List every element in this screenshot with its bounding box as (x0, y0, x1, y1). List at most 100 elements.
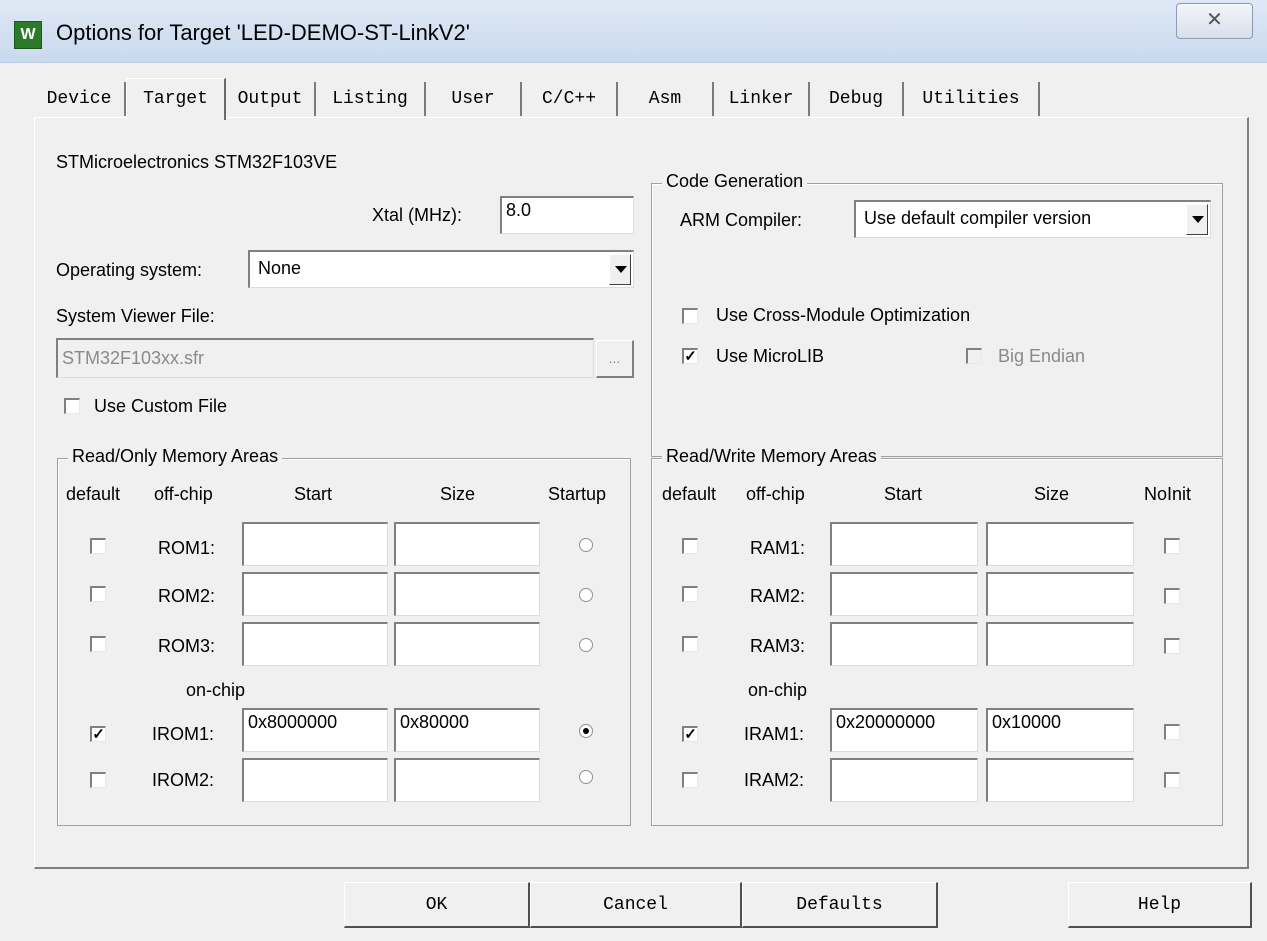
compiler-label: ARM Compiler: (680, 210, 803, 230)
rom3-size-input[interactable] (394, 622, 540, 666)
defaults-button[interactable]: Defaults (742, 882, 938, 928)
rom2-default-checkbox[interactable] (90, 586, 106, 602)
rom1-size-input[interactable] (394, 522, 540, 566)
tab-listing[interactable]: Listing (316, 82, 426, 116)
iram2-label: IRAM2: (744, 770, 805, 790)
rom-header-startup: Startup (548, 484, 607, 504)
tab-cpp[interactable]: C/C++ (522, 82, 618, 116)
microlib-checkbox[interactable]: ✓ (682, 348, 698, 364)
browse-button[interactable]: ... (596, 340, 634, 378)
ram1-default-checkbox[interactable] (682, 538, 698, 554)
os-label: Operating system: (56, 260, 203, 280)
ram2-noinit-checkbox[interactable] (1164, 588, 1180, 604)
close-button[interactable]: ✕ (1176, 3, 1253, 39)
cross-module-label: Use Cross-Module Optimization (716, 305, 971, 325)
rom2-label: ROM2: (158, 586, 216, 606)
ram-header-offchip: off-chip (746, 484, 805, 504)
help-button[interactable]: Help (1068, 882, 1252, 928)
check-icon: ✓ (92, 726, 105, 743)
irom2-startup-radio[interactable] (579, 770, 593, 784)
iram2-noinit-checkbox[interactable] (1164, 772, 1180, 788)
use-custom-file-label: Use Custom File (94, 396, 228, 416)
ram-header-default: default (662, 484, 717, 504)
ram3-default-checkbox[interactable] (682, 636, 698, 652)
chevron-down-icon[interactable] (1186, 204, 1208, 235)
irom1-default-checkbox[interactable]: ✓ (90, 726, 106, 742)
iram1-label: IRAM1: (744, 724, 805, 744)
tab-asm[interactable]: Asm (618, 82, 714, 116)
compiler-select[interactable]: Use default compiler version (854, 200, 1211, 238)
ram-header-start: Start (884, 484, 923, 504)
ram-header-noinit: NoInit (1144, 484, 1192, 504)
xtal-input[interactable]: 8.0 (500, 196, 634, 234)
irom2-start-input[interactable] (242, 758, 388, 802)
tab-user[interactable]: User (426, 82, 522, 116)
ram-header-size: Size (1034, 484, 1070, 504)
rom1-startup-radio[interactable] (579, 538, 593, 552)
big-endian-checkbox[interactable] (966, 348, 982, 364)
os-select[interactable]: None (248, 250, 634, 288)
rom2-start-input[interactable] (242, 572, 388, 616)
rom3-label: ROM3: (158, 636, 216, 656)
rom3-startup-radio[interactable] (579, 638, 593, 652)
irom1-startup-radio[interactable] (579, 724, 593, 738)
keil-uvision-icon: W (14, 21, 42, 49)
cancel-button[interactable]: Cancel (530, 882, 742, 928)
svf-label: System Viewer File: (56, 306, 215, 326)
rom3-default-checkbox[interactable] (90, 636, 106, 652)
ram3-size-input[interactable] (986, 622, 1134, 666)
ram3-noinit-checkbox[interactable] (1164, 638, 1180, 654)
rom3-start-input[interactable] (242, 622, 388, 666)
chevron-down-icon[interactable] (609, 254, 631, 285)
code-generation-legend: Code Generation (662, 171, 808, 192)
iram2-start-input[interactable] (830, 758, 978, 802)
check-icon: ✓ (684, 348, 697, 365)
ram-onchip-label: on-chip (748, 680, 808, 700)
irom2-label: IROM2: (152, 770, 215, 790)
rom2-size-input[interactable] (394, 572, 540, 616)
ram3-start-input[interactable] (830, 622, 978, 666)
use-custom-file-checkbox[interactable] (64, 398, 80, 414)
rom1-start-input[interactable] (242, 522, 388, 566)
rom2-startup-radio[interactable] (579, 588, 593, 602)
iram2-size-input[interactable] (986, 758, 1134, 802)
window-title: Options for Target 'LED-DEMO-ST-LinkV2' (56, 20, 470, 45)
ram2-label: RAM2: (750, 586, 806, 606)
ok-button[interactable]: OK (344, 882, 530, 928)
rom-header-start: Start (294, 484, 333, 504)
irom2-size-input[interactable] (394, 758, 540, 802)
tab-utilities[interactable]: Utilities (904, 82, 1040, 116)
compiler-select-value: Use default compiler version (864, 208, 1092, 228)
irom1-start-input[interactable]: 0x8000000 (242, 708, 388, 752)
rom1-label: ROM1: (158, 538, 216, 558)
irom2-default-checkbox[interactable] (90, 772, 106, 788)
ram2-default-checkbox[interactable] (682, 586, 698, 602)
irom1-label: IROM1: (152, 724, 215, 744)
microlib-label: Use MicroLIB (716, 346, 825, 366)
tab-debug[interactable]: Debug (810, 82, 904, 116)
iram1-default-checkbox[interactable]: ✓ (682, 726, 698, 742)
svf-input[interactable]: STM32F103xx.sfr (56, 338, 594, 378)
ram2-start-input[interactable] (830, 572, 978, 616)
ram-legend: Read/Write Memory Areas (662, 446, 881, 467)
ram3-label: RAM3: (750, 636, 806, 656)
ram1-start-input[interactable] (830, 522, 978, 566)
iram1-noinit-checkbox[interactable] (1164, 724, 1180, 740)
rom-header-size: Size (440, 484, 476, 504)
tab-target[interactable]: Target (126, 78, 226, 120)
iram2-default-checkbox[interactable] (682, 772, 698, 788)
rom-onchip-label: on-chip (186, 680, 246, 700)
rom1-default-checkbox[interactable] (90, 538, 106, 554)
iram1-size-input[interactable]: 0x10000 (986, 708, 1134, 752)
ram1-size-input[interactable] (986, 522, 1134, 566)
tab-linker[interactable]: Linker (714, 82, 810, 116)
tab-output[interactable]: Output (226, 82, 316, 116)
xtal-label: Xtal (MHz): (372, 205, 462, 225)
device-name: STMicroelectronics STM32F103VE (56, 152, 338, 172)
iram1-start-input[interactable]: 0x20000000 (830, 708, 978, 752)
ram1-noinit-checkbox[interactable] (1164, 538, 1180, 554)
ram2-size-input[interactable] (986, 572, 1134, 616)
cross-module-checkbox[interactable] (682, 308, 698, 324)
irom1-size-input[interactable]: 0x80000 (394, 708, 540, 752)
tab-device[interactable]: Device (34, 82, 126, 116)
